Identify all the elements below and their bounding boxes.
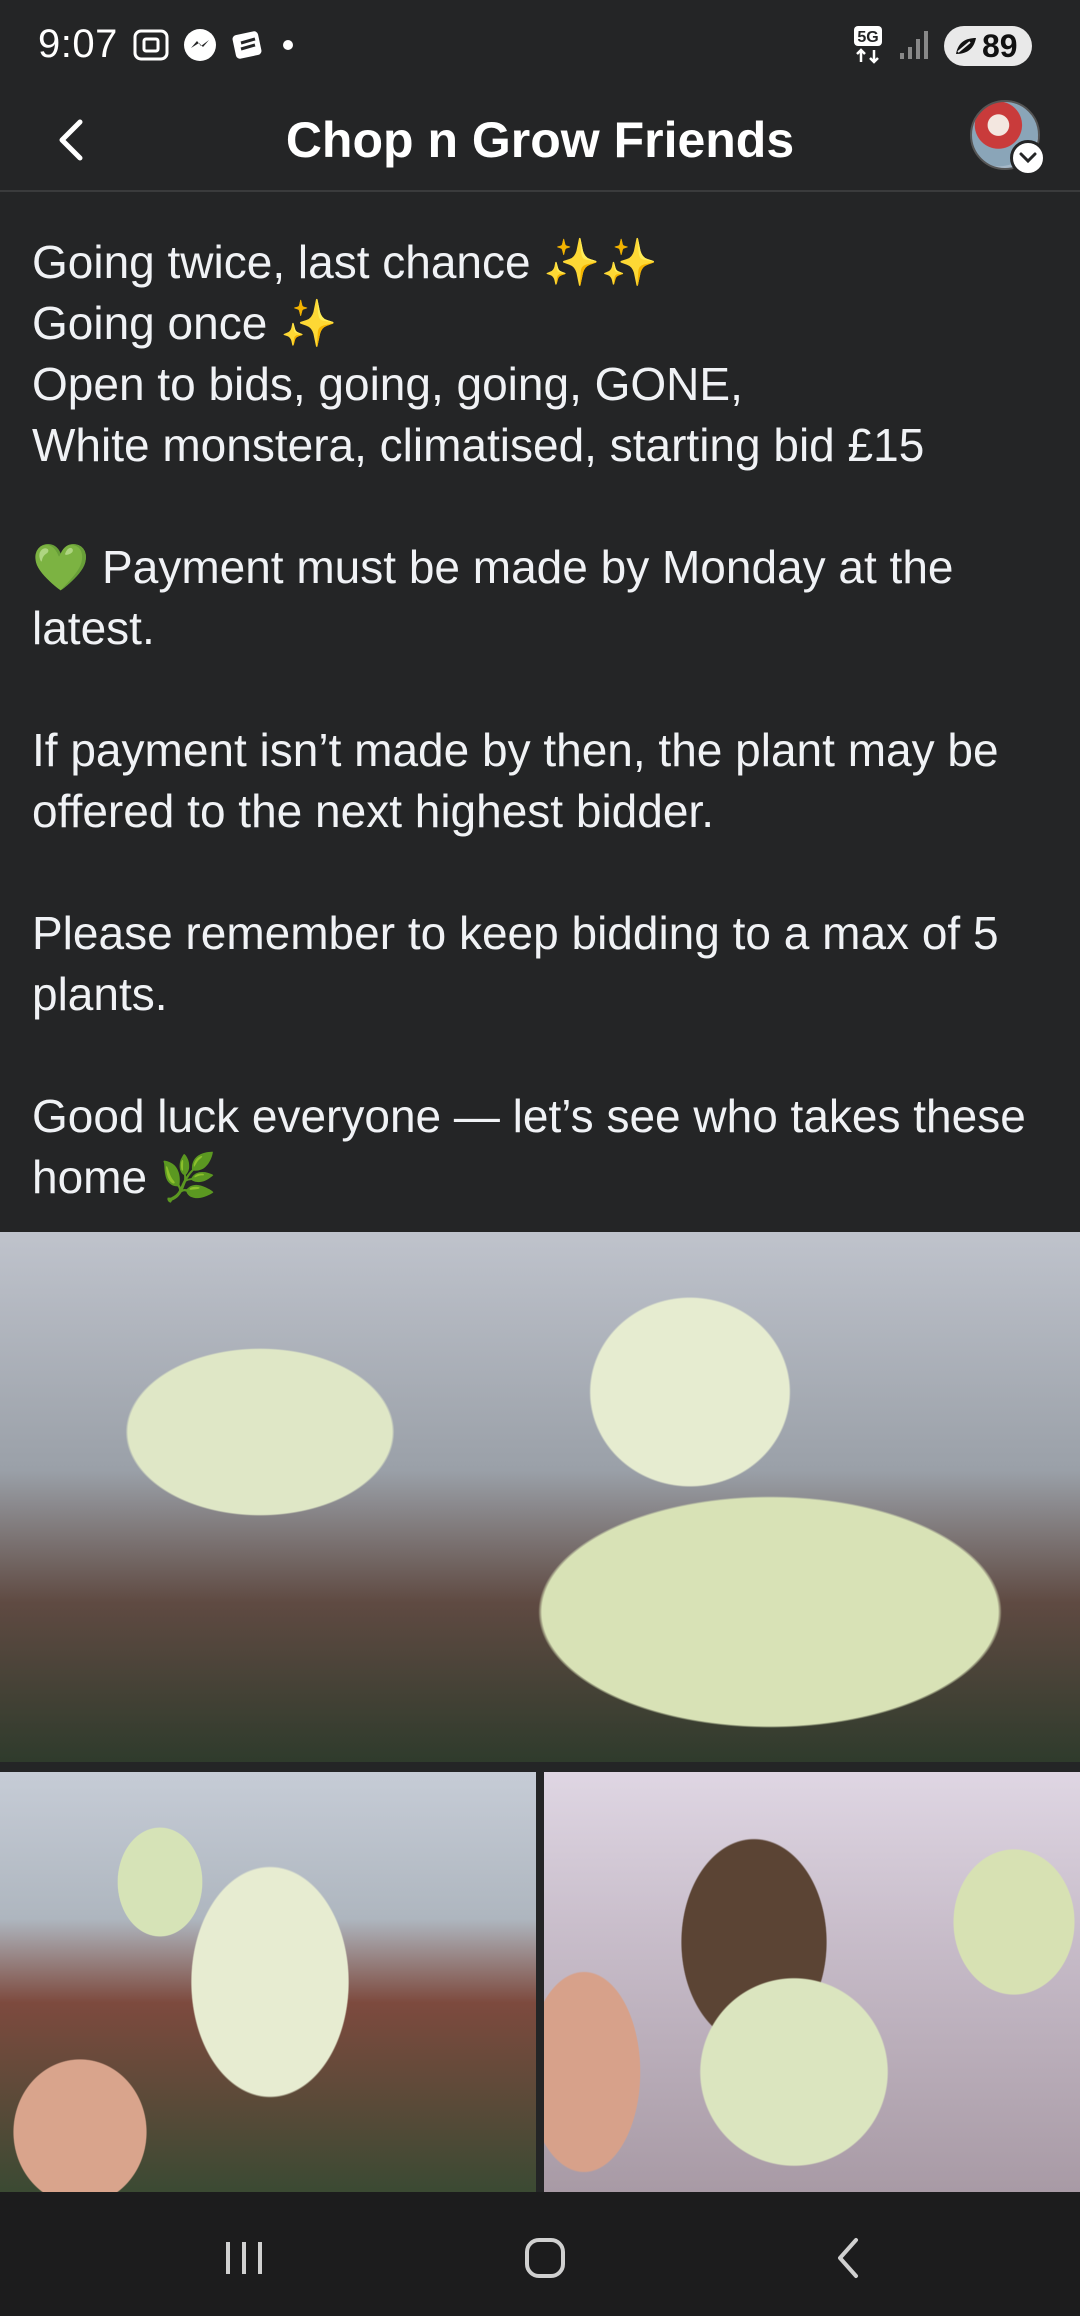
post-line-2: Going once ✨ [32, 297, 338, 349]
stack-icon [230, 27, 268, 68]
chevron-down-icon[interactable] [1010, 140, 1046, 176]
battery-icon: 89 [944, 26, 1032, 66]
monstera-photo-left[interactable] [0, 1772, 536, 2192]
home-button[interactable] [515, 2228, 575, 2288]
back-arrow-icon [59, 119, 83, 161]
network-5g-label: 5G [857, 29, 878, 46]
post-body: Going twice, last chance ✨✨ Going once ✨… [32, 232, 1052, 1208]
home-icon [525, 2238, 565, 2278]
signal-icon [898, 27, 932, 66]
battery-level: 89 [982, 27, 1018, 64]
post-good-luck-text: Good luck everyone — let’s see who takes… [32, 1090, 1026, 1203]
post-nonpayment-text: If payment isn’t made by then, the plant… [32, 724, 999, 837]
dot-icon [280, 37, 296, 58]
post-limit-text: Please remember to keep bidding to a max… [32, 907, 999, 1020]
messenger-icon [182, 27, 218, 68]
monstera-photo-right[interactable] [544, 1772, 1080, 2192]
system-nav-bar [0, 2192, 1080, 2316]
post-line-3: Open to bids, going, going, GONE, [32, 358, 743, 410]
post-line-1: Going twice, last chance ✨✨ [32, 236, 658, 288]
network-5g-icon: 5G [852, 24, 886, 69]
status-icons-right: 5G 89 [852, 22, 1032, 70]
screenshot-icon [132, 28, 170, 67]
page-title: Chop n Grow Friends [285, 112, 795, 168]
post-line-4: White monstera, climatised, starting bid… [32, 419, 925, 471]
post-payment-text: 💚 Payment must be made by Monday at the … [32, 541, 954, 654]
profile-button[interactable] [970, 100, 1046, 176]
status-icons-left [132, 27, 296, 67]
header: Chop n Grow Friends [0, 92, 1080, 192]
recents-button[interactable] [214, 2228, 274, 2288]
back-button[interactable] [40, 108, 104, 172]
status-time: 9:07 [38, 22, 118, 66]
status-bar: 9:07 5G 89 [0, 0, 1080, 92]
monstera-photo-main[interactable] [0, 1232, 1080, 1762]
back-icon [838, 2238, 858, 2278]
recents-icon [226, 2242, 262, 2274]
back-nav-button[interactable] [818, 2228, 878, 2288]
